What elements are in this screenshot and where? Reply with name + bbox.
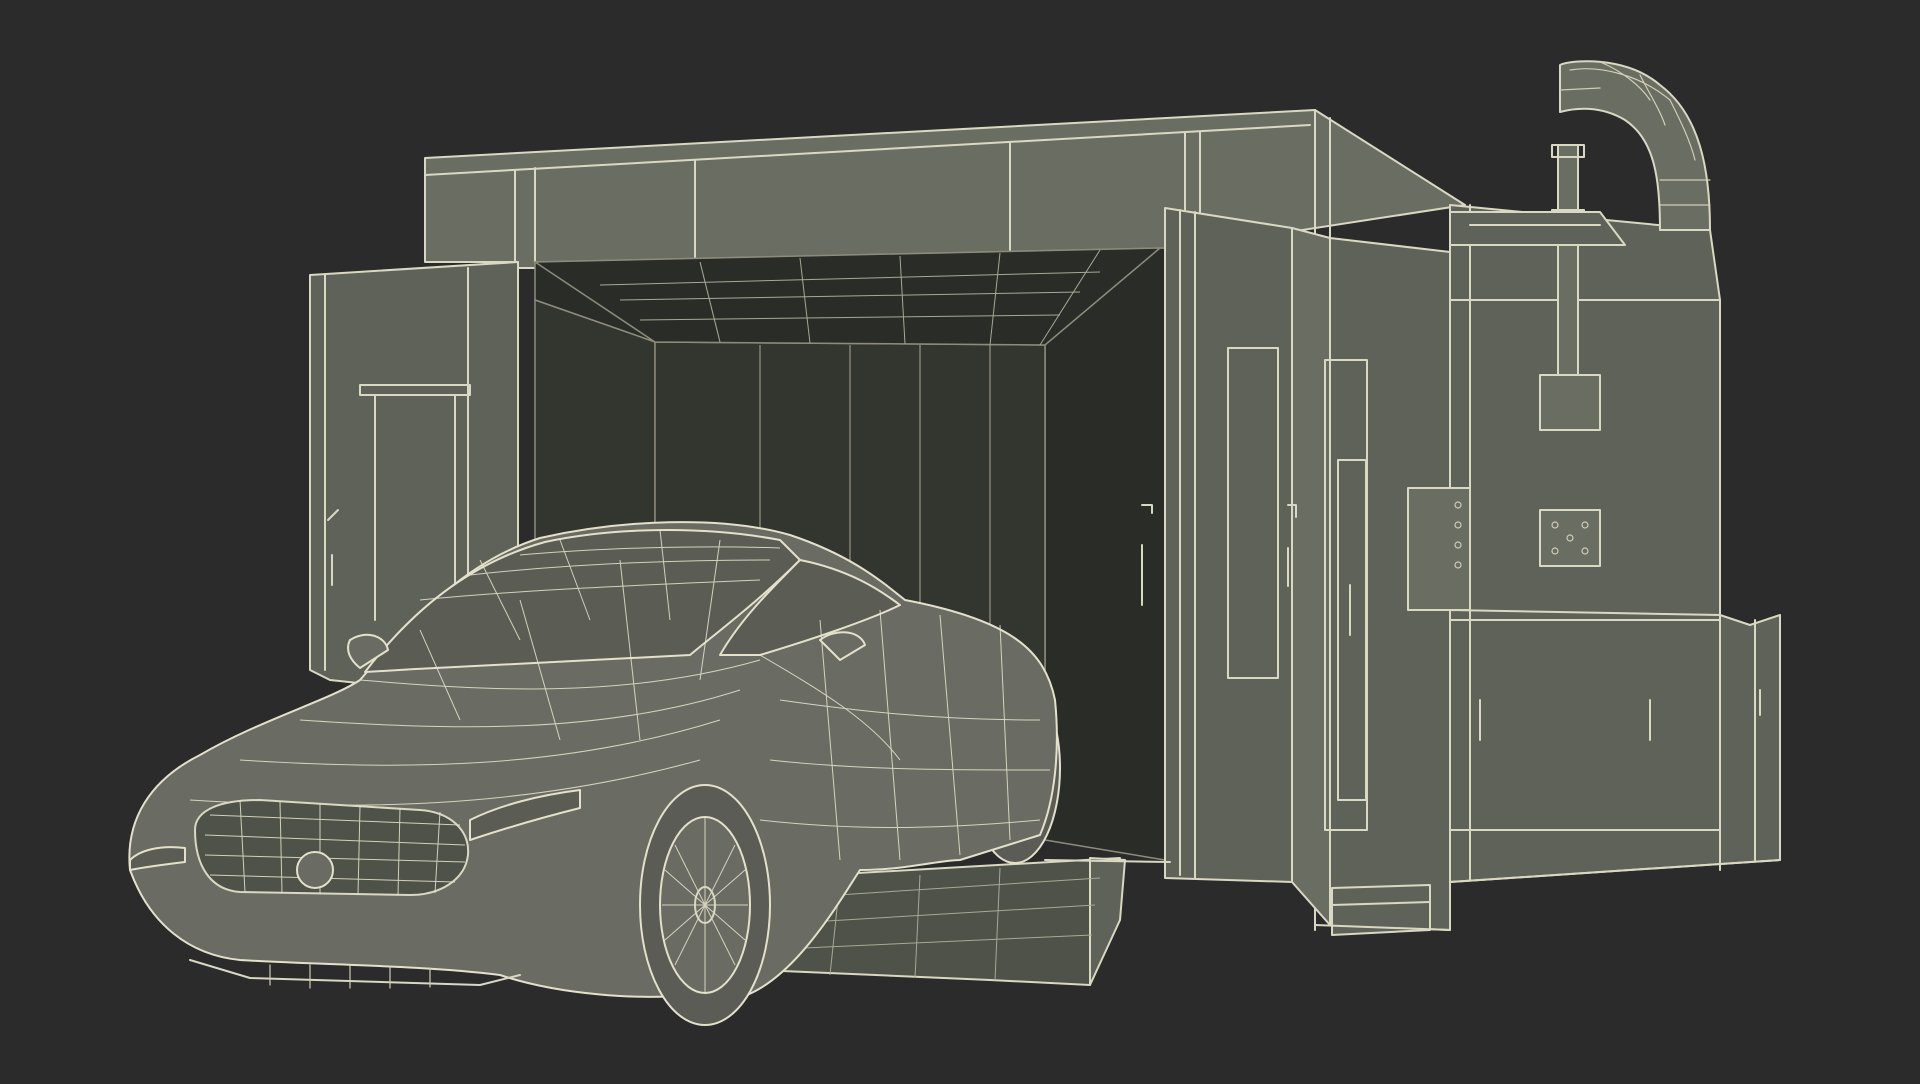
car-emblem bbox=[296, 851, 334, 889]
wireframe-render bbox=[128, 60, 1781, 1026]
render-viewport bbox=[0, 0, 1920, 1080]
booth-right-doors bbox=[1141, 207, 1451, 931]
booth-exhaust-unit bbox=[1407, 60, 1781, 883]
